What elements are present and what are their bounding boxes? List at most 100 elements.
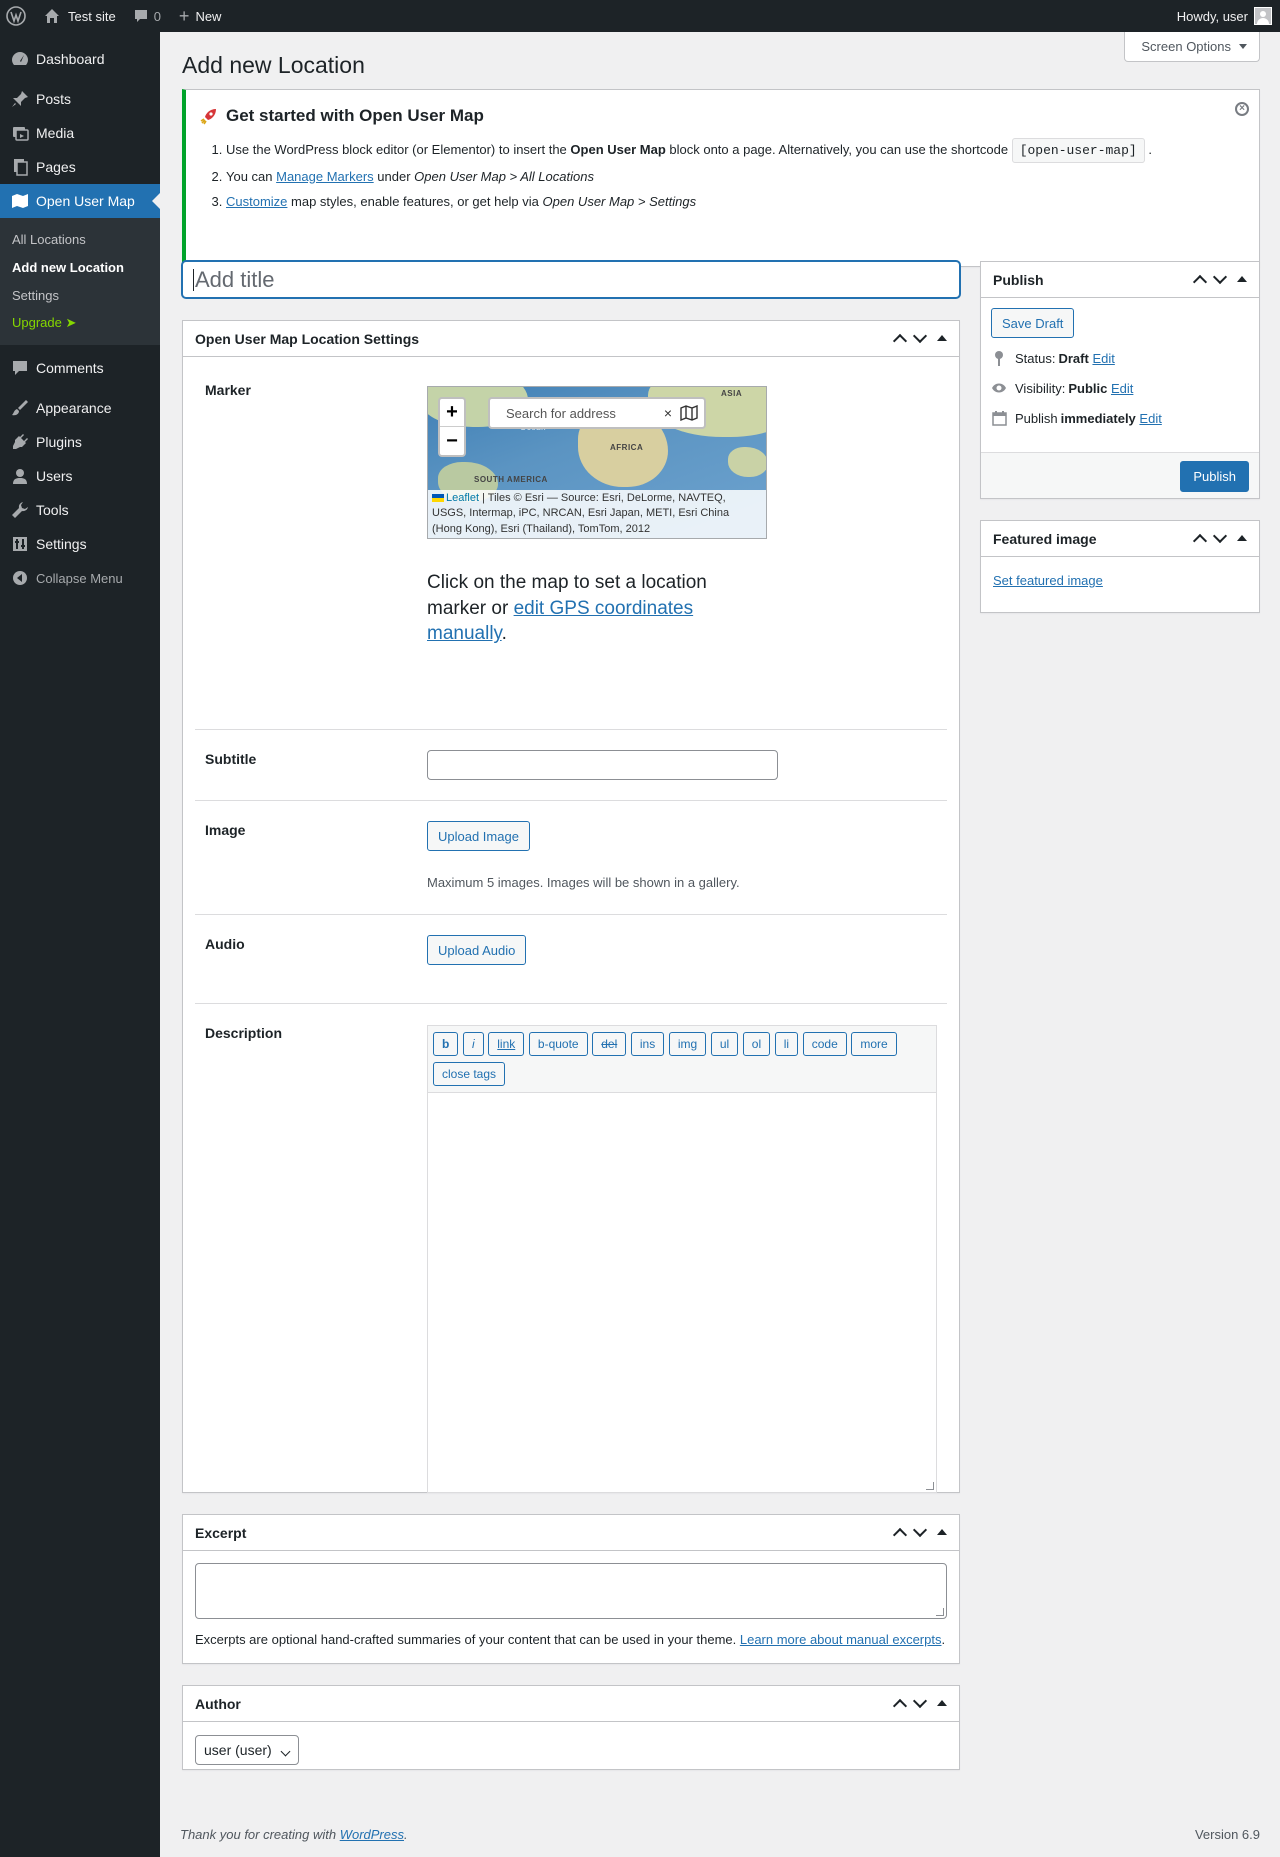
toggle-panel-icon[interactable]: [937, 1695, 947, 1706]
move-up-icon[interactable]: [1192, 533, 1208, 549]
sidebar-item-dashboard[interactable]: Dashboard: [0, 42, 160, 76]
toggle-panel-icon[interactable]: [1237, 530, 1247, 541]
qt-italic-button[interactable]: i: [462, 1032, 484, 1056]
step-text-italic: Open User Map > Settings: [542, 194, 697, 209]
step-text: map styles, enable features, or get help…: [287, 194, 543, 209]
qt-li-button[interactable]: li: [774, 1032, 799, 1056]
screen-options-button[interactable]: Screen Options: [1124, 32, 1260, 62]
excerpt-box: Excerpt Excerpts are optional hand-craft…: [182, 1514, 960, 1664]
clear-search-icon[interactable]: ×: [664, 405, 672, 421]
new-content-link[interactable]: + New: [170, 0, 231, 32]
sidebar-item-appearance[interactable]: Appearance: [0, 391, 160, 425]
submenu-all-locations[interactable]: All Locations: [0, 225, 160, 253]
qt-bold-button[interactable]: b: [433, 1032, 459, 1056]
sidebar-item-plugins[interactable]: Plugins: [0, 425, 160, 459]
sidebar-item-comments[interactable]: Comments: [0, 351, 160, 385]
step-text: You can: [226, 168, 277, 184]
move-down-icon[interactable]: [912, 1693, 928, 1709]
comments-link[interactable]: 0: [125, 0, 170, 32]
toggle-panel-icon[interactable]: [937, 1524, 947, 1535]
audio-label: Audio: [205, 936, 245, 952]
upload-audio-button[interactable]: Upload Audio: [427, 935, 527, 965]
zoom-out-button[interactable]: −: [440, 427, 464, 455]
move-up-icon[interactable]: [892, 1527, 908, 1543]
description-textarea[interactable]: [427, 1093, 937, 1493]
upload-image-button[interactable]: Upload Image: [427, 821, 530, 851]
move-up-icon[interactable]: [892, 1698, 908, 1714]
postbox-controls: [892, 1693, 947, 1714]
move-down-icon[interactable]: [912, 1522, 928, 1538]
resize-handle[interactable]: [936, 1608, 944, 1616]
footer-thanks-text: .: [404, 1827, 408, 1842]
edit-visibility-link[interactable]: Edit: [1111, 381, 1133, 396]
qt-ins-button[interactable]: ins: [630, 1032, 665, 1056]
author-select[interactable]: user (user): [195, 1735, 299, 1765]
post-title-input[interactable]: Add title: [182, 261, 960, 298]
move-down-icon[interactable]: [912, 328, 928, 344]
submenu-settings[interactable]: Settings: [0, 281, 160, 309]
site-name-link[interactable]: Test site: [35, 0, 125, 32]
ukraine-flag-icon: [432, 493, 444, 502]
account-menu[interactable]: Howdy, user: [1177, 7, 1280, 25]
location-map[interactable]: ASIA Ocean AFRICA SOUTH AMERICA + − Sear…: [427, 386, 767, 539]
step-text: under: [373, 168, 415, 184]
zoom-in-button[interactable]: +: [440, 399, 464, 427]
learn-more-excerpts-link[interactable]: Learn more about manual excerpts: [740, 1632, 942, 1647]
sidebar-item-posts[interactable]: Posts: [0, 82, 160, 116]
excerpt-textarea[interactable]: [195, 1563, 947, 1619]
move-down-icon[interactable]: [1212, 269, 1228, 285]
sidebar-item-pages[interactable]: Pages: [0, 150, 160, 184]
manage-markers-link[interactable]: Manage Markers: [276, 169, 374, 184]
sidebar-item-open-user-map[interactable]: Open User Map: [0, 184, 160, 218]
qt-code-button[interactable]: code: [802, 1032, 847, 1056]
qt-ul-button[interactable]: ul: [710, 1032, 739, 1056]
resize-handle[interactable]: [926, 1482, 934, 1490]
map-hint: Click on the map to set a location marke…: [427, 570, 747, 647]
dismiss-notice-button[interactable]: ×: [1235, 102, 1249, 116]
toggle-panel-icon[interactable]: [1237, 271, 1247, 282]
map-book-icon[interactable]: [680, 405, 698, 421]
submenu-upgrade[interactable]: Upgrade ➤: [0, 309, 160, 337]
publish-button[interactable]: Publish: [1180, 461, 1249, 492]
avatar: [1254, 7, 1272, 25]
publish-header: Publish: [981, 262, 1259, 298]
collapse-menu-button[interactable]: Collapse Menu: [0, 561, 160, 595]
sidebar-item-label: Dashboard: [36, 51, 105, 67]
map-icon: [10, 191, 30, 211]
customize-link[interactable]: Customize: [226, 194, 287, 209]
subtitle-input[interactable]: [427, 750, 778, 780]
move-up-icon[interactable]: [892, 333, 908, 349]
publish-label: Publish: [1015, 410, 1058, 426]
wordpress-link[interactable]: WordPress: [340, 1827, 404, 1842]
leaflet-link[interactable]: Leaflet: [446, 492, 479, 504]
footer: Thank you for creating with WordPress. V…: [180, 1827, 1260, 1842]
submenu-add-new-location[interactable]: Add new Location: [0, 253, 160, 281]
excerpt-note: Excerpts are optional hand-crafted summa…: [195, 1632, 945, 1647]
qt-ol-button[interactable]: ol: [742, 1032, 771, 1056]
qt-close-tags-button[interactable]: close tags: [433, 1062, 506, 1086]
visibility-label: Visibility:: [1015, 380, 1066, 396]
author-selected-value: user (user): [204, 1742, 272, 1758]
open-user-map-submenu: All Locations Add new Location Settings …: [0, 218, 160, 345]
sidebar-item-users[interactable]: Users: [0, 459, 160, 493]
edit-status-link[interactable]: Edit: [1092, 351, 1114, 366]
sidebar-item-settings[interactable]: Settings: [0, 527, 160, 561]
postbox-title: Publish: [993, 271, 1044, 288]
address-search-input[interactable]: Search for address ×: [488, 397, 706, 429]
move-up-icon[interactable]: [1192, 274, 1208, 290]
step-text-italic: Open User Map > All Locations: [414, 168, 594, 184]
caret-down-icon: [1239, 44, 1247, 53]
edit-schedule-link[interactable]: Edit: [1139, 411, 1161, 426]
sidebar-item-media[interactable]: Media: [0, 116, 160, 150]
qt-del-button[interactable]: del: [592, 1032, 627, 1056]
save-draft-button[interactable]: Save Draft: [991, 308, 1075, 338]
qt-link-button[interactable]: link: [488, 1032, 525, 1056]
set-featured-image-link[interactable]: Set featured image: [993, 573, 1103, 588]
qt-img-button[interactable]: img: [668, 1032, 707, 1056]
move-down-icon[interactable]: [1212, 528, 1228, 544]
toggle-panel-icon[interactable]: [937, 330, 947, 341]
qt-more-button[interactable]: more: [851, 1032, 897, 1056]
qt-bquote-button[interactable]: b-quote: [528, 1032, 588, 1056]
sidebar-item-tools[interactable]: Tools: [0, 493, 160, 527]
wordpress-logo-icon[interactable]: [0, 0, 35, 32]
